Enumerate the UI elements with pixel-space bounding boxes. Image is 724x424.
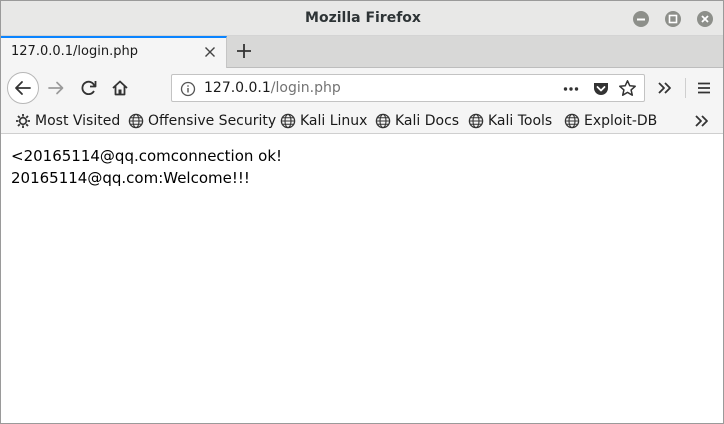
globe-icon <box>375 113 391 129</box>
bookmark-label: Kali Linux <box>300 113 368 129</box>
title-bar: Mozilla Firefox <box>1 1 723 36</box>
bookmark-label: Most Visited <box>35 113 121 129</box>
bookmark-label: Kali Docs <box>395 113 460 129</box>
bookmark-star-icon[interactable] <box>618 79 637 98</box>
url-text[interactable]: 127.0.0.1/login.php <box>204 80 341 96</box>
minimize-button[interactable] <box>633 11 649 27</box>
bookmark-most-visited[interactable]: Most Visited <box>15 111 120 131</box>
tab-login[interactable]: 127.0.0.1/login.php <box>1 36 227 68</box>
browser-window: Mozilla Firefox 127.0.0.1/login.php 127.… <box>0 0 724 424</box>
globe-icon <box>468 113 484 129</box>
maximize-button[interactable] <box>665 11 681 27</box>
tab-bar: 127.0.0.1/login.php <box>1 36 723 68</box>
close-icon <box>701 15 709 23</box>
forward-icon[interactable] <box>46 78 66 98</box>
url-bar[interactable]: 127.0.0.1/login.php <box>171 74 645 102</box>
minimize-icon <box>637 18 645 21</box>
bookmark-label: Exploit-DB <box>584 113 658 129</box>
back-button[interactable] <box>7 72 39 104</box>
tab-title: 127.0.0.1/login.php <box>11 44 138 59</box>
new-tab-icon[interactable] <box>235 42 253 60</box>
info-icon[interactable] <box>180 81 196 97</box>
bookmark-kali-docs[interactable]: Kali Docs <box>375 111 459 131</box>
url-host: 127.0.0.1 <box>204 80 271 96</box>
page-actions-icon[interactable] <box>562 80 580 98</box>
bookmark-kali-tools[interactable]: Kali Tools <box>468 111 552 131</box>
close-tab-icon[interactable] <box>204 46 216 58</box>
close-window-button[interactable] <box>697 11 713 27</box>
toolbar-separator <box>685 78 686 98</box>
arrow-left-icon <box>15 81 31 95</box>
content-line: 20165114@qq.com:Welcome!!! <box>11 169 250 187</box>
globe-icon <box>128 113 144 129</box>
bookmark-kali-linux[interactable]: Kali Linux <box>280 111 367 131</box>
hamburger-menu-icon[interactable] <box>694 78 714 98</box>
globe-icon <box>564 113 580 129</box>
reload-icon[interactable] <box>79 78 99 98</box>
globe-icon <box>280 113 296 129</box>
bookmarks-overflow-icon[interactable] <box>693 112 711 130</box>
window-title: Mozilla Firefox <box>305 10 421 26</box>
navigation-toolbar: 127.0.0.1/login.php <box>1 68 723 108</box>
bookmarks-toolbar: Most Visited Offensive Security Kali Lin… <box>1 108 723 134</box>
home-icon[interactable] <box>110 78 130 98</box>
bookmark-offensive-security[interactable]: Offensive Security <box>128 111 276 131</box>
maximize-icon <box>668 14 678 24</box>
content-line: <20165114@qq.comconnection ok! <box>11 147 283 165</box>
bookmark-label: Offensive Security <box>148 113 277 129</box>
bookmark-exploit-db[interactable]: Exploit-DB <box>564 111 657 131</box>
pocket-icon[interactable] <box>592 80 610 98</box>
page-content: <20165114@qq.comconnection ok! 20165114@… <box>1 135 723 423</box>
bookmark-label: Kali Tools <box>488 113 553 129</box>
overflow-chevron-icon[interactable] <box>655 78 675 98</box>
url-path: /login.php <box>270 80 341 96</box>
gear-icon <box>16 114 30 128</box>
